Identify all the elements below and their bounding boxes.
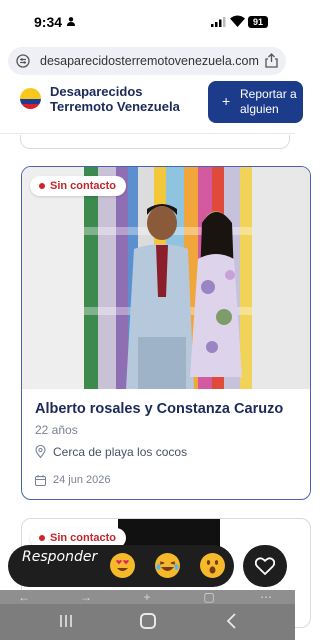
person-age: 22 años <box>35 423 78 437</box>
signal-icon <box>211 17 226 27</box>
browser-toolbar: ← → + ▢ ⋯ <box>0 590 295 604</box>
laughing-emoji[interactable] <box>155 553 180 578</box>
status-dot <box>39 535 45 541</box>
laughing-emoji-face <box>156 561 179 571</box>
wifi-icon <box>230 15 245 27</box>
site-header: Desaparecidos Terremoto Venezuela + Repo… <box>0 78 303 134</box>
couple-photo-image <box>22 167 310 389</box>
missing-person-card[interactable]: Sin contacto Alberto rosales y Constanza… <box>21 166 311 500</box>
new-tab-icon[interactable]: + <box>137 590 157 604</box>
previous-card-edge <box>20 135 290 149</box>
status-badge: Sin contacto <box>30 176 127 196</box>
report-person-button[interactable]: + Reportar a alguien <box>208 81 303 123</box>
tabs-icon[interactable]: ▢ <box>199 590 219 604</box>
calendar-icon <box>35 475 46 486</box>
person-date: 24 jun 2026 <box>53 474 111 486</box>
person-icon <box>67 17 75 26</box>
status-bar: 9:34 91 <box>0 0 295 44</box>
heart-eyes-emoji-face <box>116 560 129 571</box>
venezuela-flag-logo[interactable] <box>20 88 41 109</box>
flag-yellow <box>20 88 41 99</box>
surprised-emoji-face <box>206 560 219 574</box>
home-icon[interactable] <box>140 613 156 629</box>
back-icon[interactable] <box>225 613 237 629</box>
status-badge-label: Sin contacto <box>50 180 117 192</box>
reply-bar[interactable]: Responder <box>8 545 234 587</box>
status-dot <box>39 183 45 189</box>
plus-icon: + <box>222 93 231 109</box>
reply-input[interactable]: Responder <box>22 548 102 567</box>
location-pin-icon <box>35 445 46 458</box>
share-icon[interactable] <box>265 53 278 68</box>
person-location: Cerca de playa los cocos <box>53 445 188 459</box>
back-arrow-icon[interactable]: ← <box>14 590 34 604</box>
forward-arrow-icon[interactable]: → <box>76 590 96 604</box>
url-text[interactable]: desaparecidosterremotovenezuela.com <box>40 54 259 68</box>
menu-icon[interactable]: ⋯ <box>256 590 276 604</box>
report-button-label: Reportar a alguien <box>240 87 297 116</box>
person-name[interactable]: Alberto rosales y Constanza Caruzo <box>35 401 283 417</box>
status-time: 9:34 <box>34 14 63 30</box>
battery-icon: 91 <box>248 16 268 28</box>
flag-red <box>20 103 41 109</box>
couple-photo[interactable]: Sin contacto <box>22 167 310 389</box>
surprised-emoji[interactable] <box>200 553 225 578</box>
heart-eyes-emoji[interactable] <box>110 553 135 578</box>
status-badge-label: Sin contacto <box>50 532 117 544</box>
system-nav-bar <box>0 604 295 640</box>
heart-button[interactable] <box>243 545 287 587</box>
heart-icon <box>255 557 275 575</box>
recents-icon[interactable] <box>58 614 74 628</box>
url-bar[interactable]: desaparecidosterremotovenezuela.com <box>8 47 286 75</box>
tune-icon[interactable] <box>16 54 30 68</box>
site-title[interactable]: Desaparecidos Terremoto Venezuela <box>50 84 180 114</box>
